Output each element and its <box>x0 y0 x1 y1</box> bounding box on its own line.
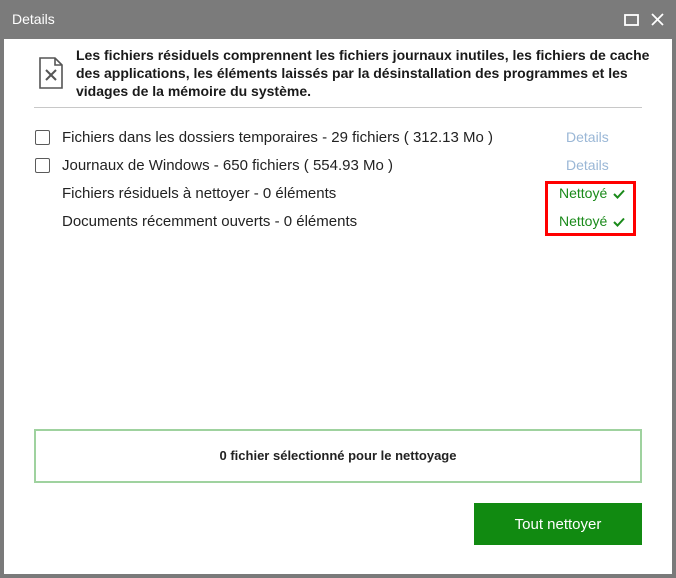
divider <box>34 107 642 108</box>
list-item-temp-files: Fichiers dans les dossiers temporaires -… <box>34 126 644 150</box>
checkbox-temp-files[interactable] <box>35 130 50 145</box>
window-title: Details <box>12 11 55 27</box>
item-label: Fichiers résiduels à nettoyer - 0 élémen… <box>62 185 337 202</box>
clean-all-button[interactable]: Tout nettoyer <box>474 503 642 545</box>
description-text: Les fichiers résiduels comprennent les f… <box>76 47 650 99</box>
highlight-box <box>545 181 636 236</box>
item-label: Fichiers dans les dossiers temporaires -… <box>62 129 494 146</box>
maximize-icon[interactable] <box>622 10 642 30</box>
item-label: Documents récemment ouverts - 0 éléments <box>62 213 358 230</box>
selection-summary: 0 fichier sélectionné pour le nettoyage <box>34 429 642 483</box>
summary-text: 0 fichier sélectionné pour le nettoyage <box>219 448 457 463</box>
document-x-icon <box>38 57 64 89</box>
content-panel: Les fichiers résiduels comprennent les f… <box>4 39 672 574</box>
close-icon[interactable] <box>648 10 668 30</box>
title-bar: Details <box>0 0 676 39</box>
details-window: Details Les fichiers résiduels comprenne… <box>0 0 676 578</box>
item-label: Journaux de Windows - 650 fichiers ( 554… <box>62 157 393 174</box>
details-link-windows-logs[interactable]: Details <box>566 157 609 173</box>
checkbox-windows-logs[interactable] <box>35 158 50 173</box>
list-item-windows-logs: Journaux de Windows - 650 fichiers ( 554… <box>34 154 644 178</box>
details-link-temp-files[interactable]: Details <box>566 129 609 145</box>
